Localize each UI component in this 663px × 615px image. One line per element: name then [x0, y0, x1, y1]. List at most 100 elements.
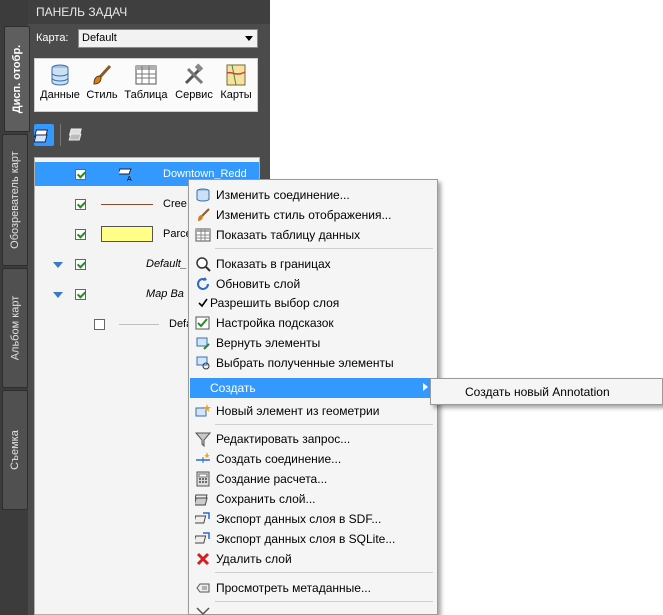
toolbar-divider: [60, 124, 61, 146]
menu-separator: [215, 601, 433, 602]
tools-button[interactable]: Сервис: [173, 63, 215, 109]
menu-separator: [215, 424, 433, 425]
create-submenu: Создать новый Annotation: [430, 378, 663, 405]
menu-item-edit-style[interactable]: Изменить стиль отображения...: [190, 205, 436, 225]
layer-visibility-checkbox[interactable]: [75, 229, 86, 240]
group-name: Default_: [146, 258, 187, 270]
table-button-label: Таблица: [124, 89, 168, 101]
menu-item-show-data-table[interactable]: Показать таблицу данных: [190, 225, 436, 245]
menu-item-create[interactable]: Создать: [190, 378, 436, 398]
menu-item-label: Изменить соединение...: [216, 188, 350, 202]
data-button-label: Данные: [40, 89, 80, 101]
menu-item-save-layer[interactable]: Сохранить слой...: [190, 489, 436, 509]
tab-display-manager[interactable]: Дисп. отобр.: [4, 26, 30, 132]
line-style-swatch: [119, 324, 159, 325]
save-layer-icon: [195, 494, 208, 506]
layer-visibility-checkbox[interactable]: [75, 289, 86, 300]
table-button[interactable]: Таблица: [123, 63, 169, 109]
menu-item-label: Настройка подсказок: [216, 316, 334, 330]
menu-item-allow-selection[interactable]: Разрешить выбор слоя: [190, 293, 436, 313]
menu-item-tooltip-settings[interactable]: Настройка подсказок: [190, 313, 436, 333]
layer-visibility-checkbox[interactable]: [75, 199, 86, 210]
menu-item-create-join[interactable]: Создать соединение...: [190, 449, 436, 469]
menu-item-edit-connection[interactable]: Изменить соединение...: [190, 185, 436, 205]
map-dropdown-value: Default: [82, 32, 117, 44]
pane-title: ПАНЕЛЬ ЗАДАЧ: [28, 0, 270, 24]
menu-item-label: Обновить слой: [216, 277, 301, 291]
tab-label: Обозреватель карт: [9, 151, 21, 249]
menu-item-label: Выбрать полученные элементы: [216, 356, 394, 370]
style-button[interactable]: Стиль: [85, 63, 119, 109]
display-manager-toolbar: Данные Стиль Таблица Сервис Карты: [34, 58, 258, 112]
checkmark-icon: [198, 298, 208, 308]
table-icon: [195, 228, 211, 242]
map-label: Карта:: [36, 32, 69, 44]
menu-item-refresh-layer[interactable]: Обновить слой: [190, 274, 436, 294]
database-icon: [51, 64, 69, 86]
zoom-icon: [196, 257, 211, 272]
layer-visibility-checkbox[interactable]: [75, 259, 86, 270]
menu-item-label: Создать: [210, 381, 256, 395]
tab-map-book[interactable]: Альбом карт: [2, 268, 28, 388]
menu-separator: [215, 572, 433, 573]
refresh-icon: [197, 277, 209, 290]
expand-triangle-icon[interactable]: [53, 292, 63, 298]
data-button[interactable]: Данные: [39, 63, 81, 109]
menu-item-create-calculation[interactable]: Создание расчета...: [190, 469, 436, 489]
maps-button-label: Карты: [220, 89, 252, 101]
export-icon: [195, 532, 210, 544]
return-elements-icon: [196, 337, 210, 350]
style-button-label: Стиль: [86, 89, 118, 101]
join-icon: [196, 452, 210, 463]
line-style-swatch: [101, 204, 153, 205]
tab-label: Альбом карт: [9, 295, 22, 361]
menu-item-edit-query[interactable]: Редактировать запрос...: [190, 429, 436, 449]
submenu-arrow-icon: [423, 383, 428, 391]
brush-icon: [93, 64, 112, 85]
menu-item-label: Удалить слой: [216, 552, 292, 566]
calculator-icon: [196, 471, 210, 487]
database-icon: [196, 188, 210, 202]
menu-item-label: Экспорт данных слоя в SDF...: [216, 512, 382, 526]
menu-item-view-metadata[interactable]: Просмотреть метаданные...: [190, 578, 436, 598]
tab-survey[interactable]: Съемка: [2, 390, 28, 510]
menu-item-label: Редактировать запрос...: [216, 432, 351, 446]
layer-visibility-checkbox[interactable]: [75, 169, 86, 180]
group-name: Map Ba: [146, 288, 184, 300]
metadata-icon: [196, 583, 210, 593]
maps-button[interactable]: Карты: [217, 63, 255, 109]
menu-item-zoom-extents[interactable]: Показать в границах: [190, 254, 436, 274]
tab-label: Дисп. отобр.: [11, 44, 24, 114]
menu-item-return-elements[interactable]: Вернуть элементы: [190, 333, 436, 353]
export-icon: [195, 512, 210, 524]
menu-item-export-sdf[interactable]: Экспорт данных слоя в SDF...: [190, 509, 436, 529]
menu-separator: [215, 248, 433, 249]
menu-item-label: Разрешить выбор слоя: [210, 296, 340, 310]
partial-menu-icon: [196, 607, 210, 615]
annotation-layer-icon: A: [119, 168, 132, 182]
layer-name: Cree: [163, 198, 187, 210]
menu-item-create-annotation[interactable]: Создать новый Annotation: [432, 380, 661, 403]
map-dropdown[interactable]: Default: [78, 29, 258, 48]
brush-icon: [198, 208, 210, 221]
tab-label: Съемка: [9, 430, 22, 470]
menu-item-label: Новый элемент из геометрии: [216, 404, 380, 418]
layer-visibility-checkbox[interactable]: [94, 319, 105, 330]
menu-item-export-sqlite[interactable]: Экспорт данных слоя в SQLite...: [190, 529, 436, 549]
chevron-down-icon: [245, 36, 253, 41]
map-icon: [226, 64, 246, 86]
menu-item-label: Показать в границах: [216, 257, 331, 271]
layer-list-icon[interactable]: [68, 126, 88, 146]
fill-style-swatch: [101, 226, 153, 242]
menu-item-new-element-from-geometry[interactable]: Новый элемент из геометрии: [190, 401, 436, 421]
select-elements-icon: [196, 356, 210, 370]
menu-item-delete-layer[interactable]: Удалить слой: [190, 549, 436, 569]
submenu-item-label: Создать новый Annotation: [465, 385, 610, 399]
tools-icon: [184, 63, 204, 85]
vertical-tab-strip: Дисп. отобр. Обозреватель карт Альбом ка…: [0, 0, 30, 615]
tab-map-explorer[interactable]: Обозреватель карт: [2, 134, 28, 266]
layer-view-icon[interactable]: [34, 124, 54, 146]
layer-context-menu: Изменить соединение... Изменить стиль от…: [188, 179, 438, 615]
expand-triangle-icon[interactable]: [53, 262, 63, 268]
menu-item-select-elements[interactable]: Выбрать полученные элементы: [190, 353, 436, 373]
